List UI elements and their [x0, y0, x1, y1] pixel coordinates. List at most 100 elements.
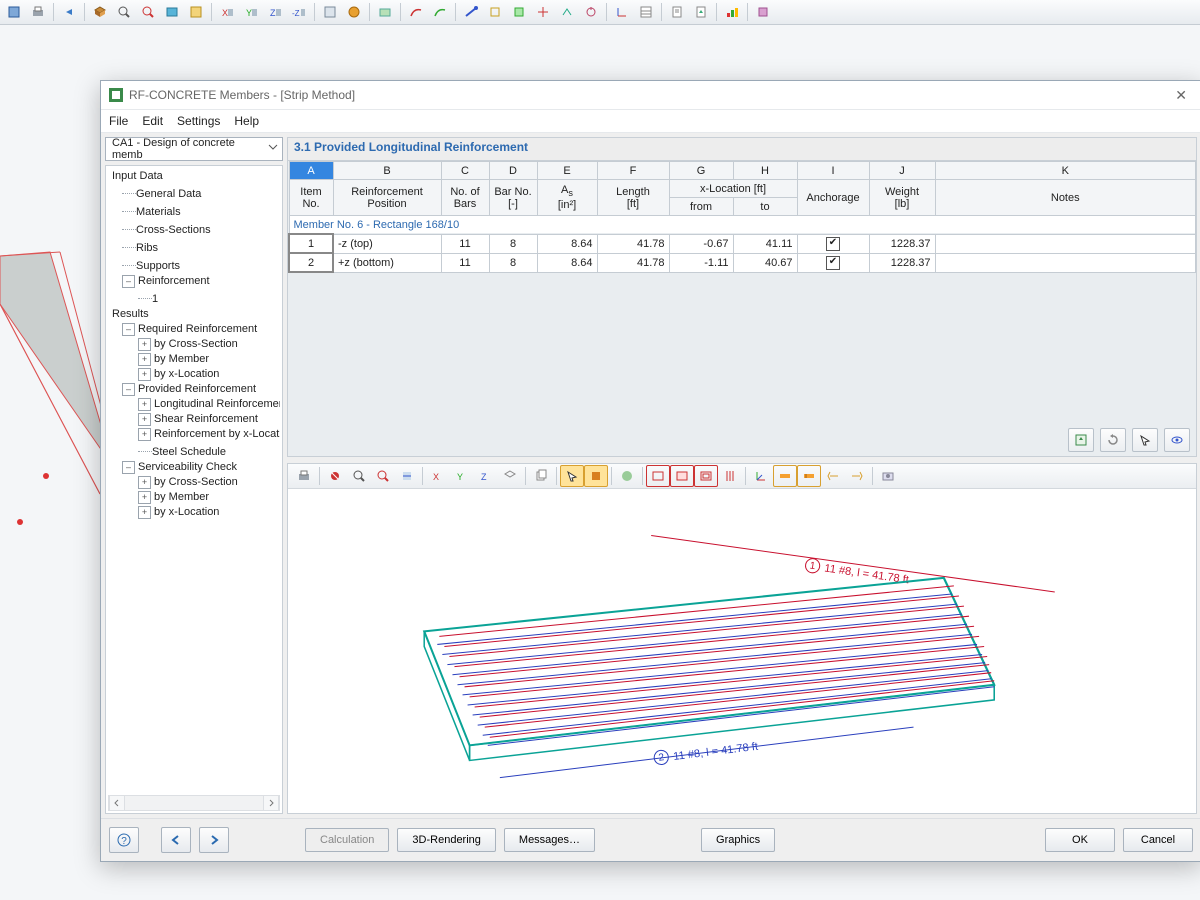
tool-k-icon[interactable]: [579, 1, 603, 23]
table-row[interactable]: 1-z (top)1188.6441.78-0.6741.11✔1228.37: [289, 234, 1196, 253]
dialog-titlebar[interactable]: RF-CONCRETE Members - [Strip Method] ✕: [101, 81, 1200, 110]
axis-z-icon[interactable]: Z: [263, 1, 287, 23]
pv-iso-icon[interactable]: [498, 465, 522, 487]
tree-general-data[interactable]: General Data: [136, 187, 201, 202]
tree-results[interactable]: Results: [112, 307, 149, 322]
tree-prov-by-x[interactable]: Reinforcement by x-Location: [154, 427, 280, 442]
cube-icon[interactable]: [88, 1, 112, 23]
col-letter-A[interactable]: A: [289, 162, 333, 180]
tool-j-icon[interactable]: [555, 1, 579, 23]
table-tool-select-icon[interactable]: [1132, 428, 1158, 452]
tool-i-icon[interactable]: [531, 1, 555, 23]
pv-render-solid-icon[interactable]: [615, 465, 639, 487]
rendering-button[interactable]: 3D-Rendering: [397, 828, 495, 852]
table-tool-export-icon[interactable]: [1068, 428, 1094, 452]
collapse-icon[interactable]: –: [122, 323, 135, 336]
tree-serv-by-member[interactable]: by Member: [154, 490, 209, 505]
tree-reinf-1[interactable]: 1: [152, 292, 158, 307]
tool-g-icon[interactable]: [483, 1, 507, 23]
zoom-all-icon[interactable]: [136, 1, 160, 23]
expand-icon[interactable]: +: [138, 491, 151, 504]
col-letter-K[interactable]: K: [935, 162, 1196, 180]
tree-provided[interactable]: Provided Reinforcement: [138, 382, 256, 397]
tree-prov-longitudinal[interactable]: Longitudinal Reinforcement: [154, 397, 280, 412]
pv-frame-c-icon[interactable]: [694, 465, 718, 487]
pv-axis-y-icon[interactable]: Y: [450, 465, 474, 487]
table-row[interactable]: 2+z (bottom)1188.6441.78-1.1140.67✔1228.…: [289, 253, 1196, 272]
prev-button[interactable]: [161, 827, 191, 853]
undo-icon[interactable]: [57, 1, 81, 23]
col-letter-B[interactable]: B: [333, 162, 441, 180]
pv-zoom-all-icon[interactable]: [371, 465, 395, 487]
col-letter-E[interactable]: E: [537, 162, 597, 180]
tool-b-icon[interactable]: [342, 1, 366, 23]
pv-bug-icon[interactable]: [323, 465, 347, 487]
results-table[interactable]: A B C D E F G H I J K: [287, 160, 1197, 457]
print-icon[interactable]: [26, 1, 50, 23]
pv-axis-z-icon[interactable]: Z: [474, 465, 498, 487]
tree-req-by-x[interactable]: by x-Location: [154, 367, 219, 382]
cancel-button[interactable]: Cancel: [1123, 828, 1193, 852]
pv-bracket-b-icon[interactable]: [845, 465, 869, 487]
pv-photo-icon[interactable]: [876, 465, 900, 487]
close-icon[interactable]: ✕: [1169, 85, 1193, 106]
menu-file[interactable]: File: [109, 114, 128, 128]
help-button[interactable]: ?: [109, 827, 139, 853]
expand-icon[interactable]: +: [138, 428, 151, 441]
pv-mode-b-icon[interactable]: [584, 465, 608, 487]
scroll-left-icon[interactable]: [109, 796, 125, 810]
expand-icon[interactable]: +: [138, 368, 151, 381]
tree-required[interactable]: Required Reinforcement: [138, 322, 257, 337]
tree-req-by-cs[interactable]: by Cross-Section: [154, 337, 238, 352]
col-letter-C[interactable]: C: [441, 162, 489, 180]
pv-section-icon[interactable]: [395, 465, 419, 487]
pv-frame-a-icon[interactable]: [646, 465, 670, 487]
col-letter-I[interactable]: I: [797, 162, 869, 180]
tool-f-icon[interactable]: [459, 1, 483, 23]
tool-h-icon[interactable]: [507, 1, 531, 23]
layers-icon[interactable]: [184, 1, 208, 23]
pv-axes-icon[interactable]: [749, 465, 773, 487]
checkbox-icon[interactable]: ✔: [826, 256, 840, 270]
pv-mode-a-icon[interactable]: [560, 465, 584, 487]
tree-h-scrollbar[interactable]: [108, 795, 280, 811]
table-tool-refresh-icon[interactable]: [1100, 428, 1126, 452]
expand-icon[interactable]: +: [138, 353, 151, 366]
col-letter-D[interactable]: D: [489, 162, 537, 180]
menu-edit[interactable]: Edit: [142, 114, 163, 128]
tool-a-icon[interactable]: [318, 1, 342, 23]
collapse-icon[interactable]: –: [122, 275, 135, 288]
collapse-icon[interactable]: –: [122, 383, 135, 396]
expand-icon[interactable]: +: [138, 476, 151, 489]
tool-last-icon[interactable]: [751, 1, 775, 23]
table-tool-view-icon[interactable]: [1164, 428, 1190, 452]
tree-steel-schedule[interactable]: Steel Schedule: [152, 445, 226, 460]
col-letter-F[interactable]: F: [597, 162, 669, 180]
pv-bracket-a-icon[interactable]: [821, 465, 845, 487]
scroll-right-icon[interactable]: [263, 796, 279, 810]
pv-bars-icon[interactable]: [718, 465, 742, 487]
nav-tree[interactable]: Input Data General Data Materials Cross-…: [105, 165, 283, 814]
view-cube-icon[interactable]: [160, 1, 184, 23]
tool-l-icon[interactable]: [610, 1, 634, 23]
ok-button[interactable]: OK: [1045, 828, 1115, 852]
report-icon[interactable]: [665, 1, 689, 23]
case-combo[interactable]: CA1 - Design of concrete memb: [105, 137, 283, 161]
expand-icon[interactable]: +: [138, 338, 151, 351]
table-icon[interactable]: [634, 1, 658, 23]
col-letter-J[interactable]: J: [869, 162, 935, 180]
checkbox-icon[interactable]: ✔: [826, 237, 840, 251]
pv-print-icon[interactable]: [292, 465, 316, 487]
axis-y-icon[interactable]: Y: [239, 1, 263, 23]
tree-reinforcement[interactable]: Reinforcement: [138, 274, 210, 289]
tree-input-data[interactable]: Input Data: [112, 169, 163, 184]
tree-serv-by-cs[interactable]: by Cross-Section: [154, 475, 238, 490]
col-letter-G[interactable]: G: [669, 162, 733, 180]
menu-help[interactable]: Help: [234, 114, 259, 128]
tool-e-icon[interactable]: [428, 1, 452, 23]
expand-icon[interactable]: +: [138, 413, 151, 426]
tool-c-icon[interactable]: [373, 1, 397, 23]
collapse-icon[interactable]: –: [122, 461, 135, 474]
graphics-button[interactable]: Graphics: [701, 828, 775, 852]
tree-prov-shear[interactable]: Shear Reinforcement: [154, 412, 258, 427]
